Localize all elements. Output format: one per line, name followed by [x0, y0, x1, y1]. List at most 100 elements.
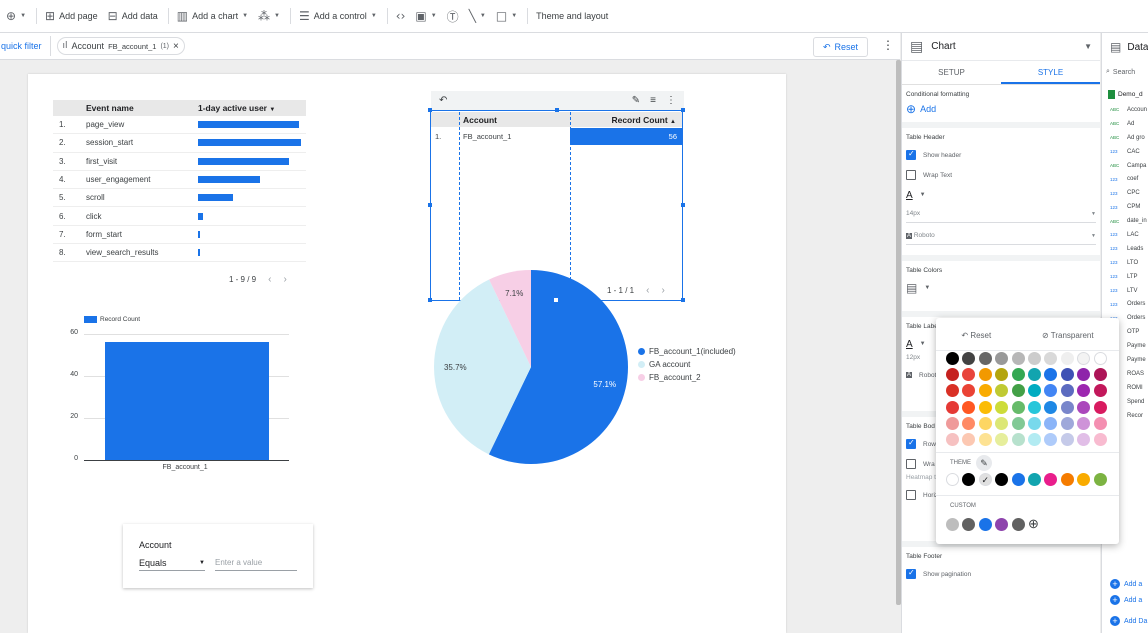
custom-color-swatch[interactable]	[946, 517, 959, 531]
resize-handle[interactable]	[555, 108, 559, 112]
table-row[interactable]: 6. click	[53, 207, 306, 226]
theme-color-swatch[interactable]	[1011, 473, 1025, 486]
theme-color-swatch[interactable]	[1093, 473, 1107, 486]
color-swatch[interactable]	[1044, 416, 1058, 430]
add-control-button[interactable]: ☰ Add a control ▼	[299, 9, 377, 23]
column-header-event-name[interactable]: Event name	[86, 103, 198, 113]
column-header-active-user[interactable]: 1-day active user ▼	[198, 103, 306, 113]
resize-handle[interactable]	[681, 203, 685, 207]
color-swatch[interactable]	[1027, 400, 1041, 414]
font-size-select[interactable]: 14px ▼	[906, 205, 1096, 223]
text-button[interactable]: Ⓣ	[447, 8, 459, 25]
add-data-button[interactable]: ⊟ Add data	[108, 9, 158, 23]
color-swatch[interactable]	[1044, 368, 1058, 382]
zoom-button[interactable]: ⊕ ▼	[6, 9, 26, 23]
color-swatch[interactable]	[1011, 384, 1025, 398]
more-vert-icon[interactable]: ⋮	[666, 95, 676, 106]
add-custom-color-icon[interactable]: ⊕	[1028, 516, 1039, 532]
add-parameter-button[interactable]: + Add a	[1110, 595, 1142, 605]
legend-item[interactable]: GA account	[638, 358, 736, 371]
field-item[interactable]: ABC Ad gro	[1102, 131, 1148, 145]
color-swatch[interactable]	[978, 384, 992, 398]
table-row[interactable]: 8. view_search_results	[53, 244, 306, 263]
column-header-record-count[interactable]: Record Count ▲	[570, 115, 682, 125]
theme-color-swatch[interactable]	[1077, 473, 1091, 486]
color-swatch[interactable]	[1077, 384, 1091, 398]
color-swatch[interactable]	[962, 400, 976, 414]
field-item[interactable]: 123 LTP	[1102, 270, 1148, 284]
field-item[interactable]: ABC date_in	[1102, 214, 1148, 228]
color-swatch[interactable]	[995, 432, 1009, 446]
field-item[interactable]: ABC Campa	[1102, 159, 1148, 173]
field-item[interactable]: 123 CPM	[1102, 200, 1148, 214]
color-swatch[interactable]	[946, 368, 959, 382]
color-swatch[interactable]	[946, 400, 959, 414]
color-swatch[interactable]	[978, 400, 992, 414]
color-swatch[interactable]	[1093, 384, 1107, 398]
add-page-button[interactable]: ⊞ Add page	[45, 9, 98, 23]
data-source-item[interactable]: Demo_d	[1102, 85, 1148, 103]
color-swatch[interactable]	[1093, 416, 1107, 430]
pie-chart[interactable]: 57.1% 35.7% 7.1%	[431, 267, 631, 467]
field-item[interactable]: ABC Accoun	[1102, 103, 1148, 117]
field-item[interactable]: 123 LAC	[1102, 228, 1148, 242]
resize-handle[interactable]	[428, 108, 432, 112]
color-swatch[interactable]	[1060, 384, 1074, 398]
color-swatch[interactable]	[962, 432, 976, 446]
close-icon[interactable]: ×	[173, 41, 179, 52]
font-family-select[interactable]: A Roboto ▼	[906, 227, 1096, 245]
filter-icon[interactable]: ≡	[650, 95, 656, 106]
color-swatch[interactable]	[1027, 416, 1041, 430]
color-swatch[interactable]	[962, 416, 976, 430]
color-swatch[interactable]	[1044, 432, 1058, 446]
header-color-button[interactable]: ▤ ▼	[906, 278, 1096, 298]
color-swatch[interactable]	[978, 352, 992, 365]
color-swatch[interactable]	[946, 352, 959, 365]
color-swatch[interactable]	[1011, 352, 1025, 365]
color-swatch[interactable]	[1093, 368, 1107, 382]
field-item[interactable]: 123 Leads	[1102, 242, 1148, 256]
show-pagination-checkbox[interactable]: Show pagination	[906, 564, 1096, 584]
prev-page-icon[interactable]: ‹	[268, 274, 271, 285]
color-swatch[interactable]	[1011, 432, 1025, 446]
color-swatch[interactable]	[978, 432, 992, 446]
quick-filter-button[interactable]: quick filter	[0, 36, 51, 56]
color-swatch[interactable]	[1060, 368, 1074, 382]
field-item[interactable]: 123 Orders	[1102, 297, 1148, 311]
color-swatch[interactable]	[1011, 400, 1025, 414]
field-item[interactable]: ABC Ad	[1102, 117, 1148, 131]
resize-handle[interactable]	[681, 298, 685, 302]
resize-handle[interactable]	[681, 108, 685, 112]
add-data-button[interactable]: + Add Da	[1110, 616, 1147, 626]
color-swatch[interactable]	[1093, 352, 1107, 365]
resize-handle[interactable]	[428, 203, 432, 207]
undo-icon[interactable]: ↶	[439, 95, 447, 106]
custom-color-swatch[interactable]	[1011, 517, 1025, 531]
table-row[interactable]: 1. page_view	[53, 116, 306, 135]
custom-color-swatch[interactable]	[962, 517, 976, 531]
color-swatch[interactable]	[1027, 432, 1041, 446]
color-swatch[interactable]	[962, 352, 976, 365]
community-viz-button[interactable]: ⁂ ▼	[258, 9, 280, 23]
color-swatch[interactable]	[1077, 416, 1091, 430]
color-swatch[interactable]	[962, 368, 976, 382]
field-item[interactable]: 123 LTO	[1102, 256, 1148, 270]
color-swatch[interactable]	[1093, 432, 1107, 446]
custom-color-swatch[interactable]	[995, 517, 1009, 531]
add-field-button[interactable]: + Add a	[1110, 579, 1142, 589]
bar-chart[interactable]: Record Count 0 20 40 60 FB_account_1	[62, 312, 292, 482]
reset-button[interactable]: ↶ Reset	[813, 37, 868, 57]
theme-color-swatch[interactable]	[995, 473, 1009, 486]
color-swatch[interactable]	[1027, 368, 1041, 382]
color-swatch[interactable]	[978, 368, 992, 382]
resize-handle[interactable]	[553, 297, 559, 303]
color-swatch[interactable]	[946, 432, 959, 446]
field-item[interactable]: 123 CPC	[1102, 186, 1148, 200]
more-options-icon[interactable]: ⋮	[882, 38, 894, 52]
color-swatch[interactable]	[1060, 352, 1074, 365]
operator-dropdown[interactable]: Equals ▼	[139, 555, 205, 571]
theme-color-swatch[interactable]	[946, 473, 959, 486]
shape-button[interactable]: □ ▼	[496, 9, 517, 23]
tab-setup[interactable]: SETUP	[902, 61, 1001, 84]
color-swatch[interactable]	[1011, 368, 1025, 382]
